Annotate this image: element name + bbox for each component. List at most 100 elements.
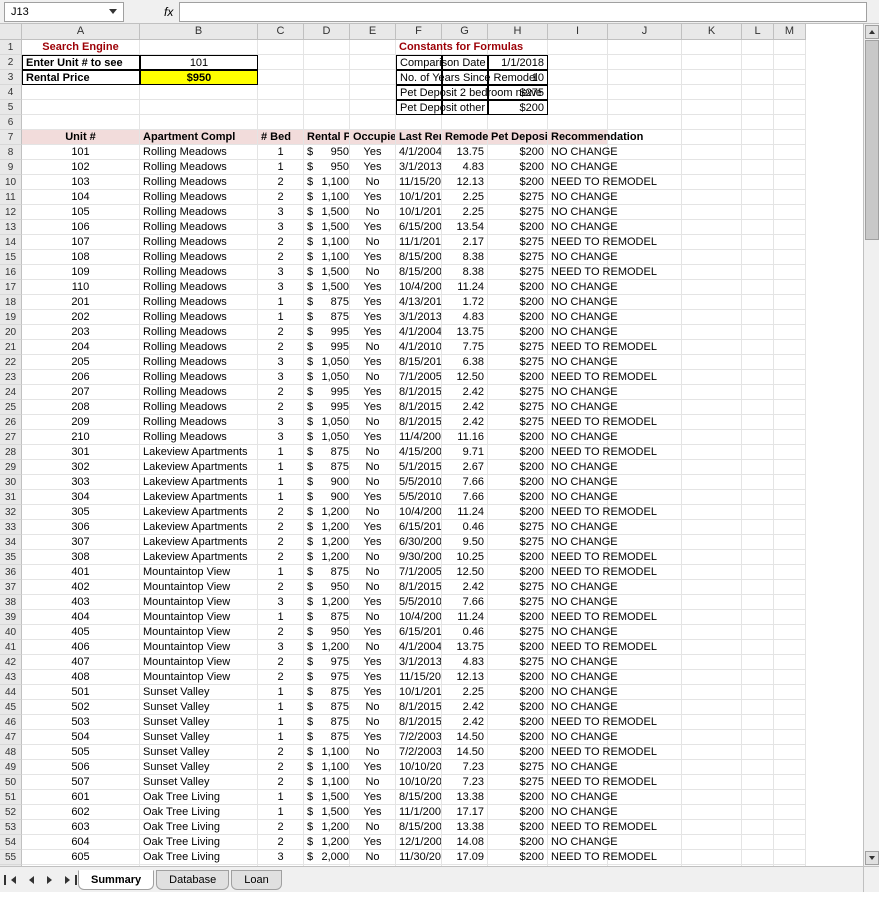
- cell-C46[interactable]: 1: [258, 715, 304, 730]
- cell-A10[interactable]: 103: [22, 175, 140, 190]
- cell-M14[interactable]: [774, 235, 806, 250]
- cell-J3[interactable]: [608, 70, 682, 85]
- cell-D10[interactable]: $1,100: [304, 175, 350, 190]
- cell-D54[interactable]: $1,200: [304, 835, 350, 850]
- cell-E47[interactable]: Yes: [350, 730, 396, 745]
- cell-M12[interactable]: [774, 205, 806, 220]
- cell-C20[interactable]: 2: [258, 325, 304, 340]
- cell-B33[interactable]: Lakeview Apartments: [140, 520, 258, 535]
- cell-C7[interactable]: # Bed: [258, 130, 304, 145]
- cell-M52[interactable]: [774, 805, 806, 820]
- cell-J37[interactable]: [608, 580, 682, 595]
- cell-G19[interactable]: 4.83: [442, 310, 488, 325]
- cell-G6[interactable]: [442, 115, 488, 130]
- cell-F8[interactable]: 4/1/2004: [396, 145, 442, 160]
- cell-M28[interactable]: [774, 445, 806, 460]
- cell-E25[interactable]: Yes: [350, 400, 396, 415]
- cell-E20[interactable]: Yes: [350, 325, 396, 340]
- cell-J27[interactable]: [608, 430, 682, 445]
- cell-I4[interactable]: [548, 85, 608, 100]
- row-header-33[interactable]: 33: [0, 520, 22, 535]
- cell-F23[interactable]: 7/1/2005: [396, 370, 442, 385]
- cell-D19[interactable]: $875: [304, 310, 350, 325]
- cell-D12[interactable]: $1,500: [304, 205, 350, 220]
- cell-J35[interactable]: [608, 550, 682, 565]
- cell-M44[interactable]: [774, 685, 806, 700]
- cell-M32[interactable]: [774, 505, 806, 520]
- cell-J50[interactable]: [608, 775, 682, 790]
- row-header-8[interactable]: 8: [0, 145, 22, 160]
- cell-H29[interactable]: $200: [488, 460, 548, 475]
- cell-K8[interactable]: [682, 145, 742, 160]
- cell-I15[interactable]: NO CHANGE: [548, 250, 608, 265]
- cell-A49[interactable]: 506: [22, 760, 140, 775]
- cell-H28[interactable]: $200: [488, 445, 548, 460]
- cell-C36[interactable]: 1: [258, 565, 304, 580]
- cell-H36[interactable]: $200: [488, 565, 548, 580]
- cell-M20[interactable]: [774, 325, 806, 340]
- tab-database[interactable]: Database: [156, 870, 229, 890]
- cell-H12[interactable]: $275: [488, 205, 548, 220]
- row-header-42[interactable]: 42: [0, 655, 22, 670]
- cell-B8[interactable]: Rolling Meadows: [140, 145, 258, 160]
- cell-G50[interactable]: 7.23: [442, 775, 488, 790]
- row-header-44[interactable]: 44: [0, 685, 22, 700]
- cell-M6[interactable]: [774, 115, 806, 130]
- cell-K15[interactable]: [682, 250, 742, 265]
- cell-M47[interactable]: [774, 730, 806, 745]
- cell-H30[interactable]: $200: [488, 475, 548, 490]
- cell-K38[interactable]: [682, 595, 742, 610]
- cell-H38[interactable]: $275: [488, 595, 548, 610]
- row-header-18[interactable]: 18: [0, 295, 22, 310]
- cell-B38[interactable]: Mountaintop View: [140, 595, 258, 610]
- row-header-16[interactable]: 16: [0, 265, 22, 280]
- col-header-L[interactable]: L: [742, 24, 774, 40]
- cell-I23[interactable]: NEED TO REMODEL: [548, 370, 608, 385]
- cell-B6[interactable]: [140, 115, 258, 130]
- cell-C52[interactable]: 1: [258, 805, 304, 820]
- cell-K6[interactable]: [682, 115, 742, 130]
- cell-M11[interactable]: [774, 190, 806, 205]
- row-header-52[interactable]: 52: [0, 805, 22, 820]
- cell-J31[interactable]: [608, 490, 682, 505]
- cell-G18[interactable]: 1.72: [442, 295, 488, 310]
- cell-D34[interactable]: $1,200: [304, 535, 350, 550]
- cell-B15[interactable]: Rolling Meadows: [140, 250, 258, 265]
- cell-A33[interactable]: 306: [22, 520, 140, 535]
- cell-H54[interactable]: $200: [488, 835, 548, 850]
- cell-C17[interactable]: 3: [258, 280, 304, 295]
- cell-A43[interactable]: 408: [22, 670, 140, 685]
- cell-E26[interactable]: No: [350, 415, 396, 430]
- cell-B19[interactable]: Rolling Meadows: [140, 310, 258, 325]
- cell-E4[interactable]: [350, 85, 396, 100]
- cell-B10[interactable]: Rolling Meadows: [140, 175, 258, 190]
- cell-J14[interactable]: [608, 235, 682, 250]
- cell-K51[interactable]: [682, 790, 742, 805]
- row-header-15[interactable]: 15: [0, 250, 22, 265]
- cell-J28[interactable]: [608, 445, 682, 460]
- cell-G45[interactable]: 2.42: [442, 700, 488, 715]
- cell-A44[interactable]: 501: [22, 685, 140, 700]
- row-header-35[interactable]: 35: [0, 550, 22, 565]
- cell-C29[interactable]: 1: [258, 460, 304, 475]
- cell-C19[interactable]: 1: [258, 310, 304, 325]
- cell-G5[interactable]: [442, 100, 488, 115]
- cell-C42[interactable]: 2: [258, 655, 304, 670]
- cell-K10[interactable]: [682, 175, 742, 190]
- cell-L49[interactable]: [742, 760, 774, 775]
- cell-B39[interactable]: Mountaintop View: [140, 610, 258, 625]
- cell-J4[interactable]: [608, 85, 682, 100]
- cell-E28[interactable]: No: [350, 445, 396, 460]
- cell-D53[interactable]: $1,200: [304, 820, 350, 835]
- cell-E18[interactable]: Yes: [350, 295, 396, 310]
- cell-J32[interactable]: [608, 505, 682, 520]
- cell-E50[interactable]: No: [350, 775, 396, 790]
- row-header-7[interactable]: 7: [0, 130, 22, 145]
- cell-K45[interactable]: [682, 700, 742, 715]
- cell-A2[interactable]: Enter Unit # to see: [22, 55, 140, 70]
- cell-A23[interactable]: 206: [22, 370, 140, 385]
- row-header-1[interactable]: 1: [0, 40, 22, 55]
- cell-B2[interactable]: 101: [140, 55, 258, 70]
- cell-H34[interactable]: $275: [488, 535, 548, 550]
- cell-C15[interactable]: 2: [258, 250, 304, 265]
